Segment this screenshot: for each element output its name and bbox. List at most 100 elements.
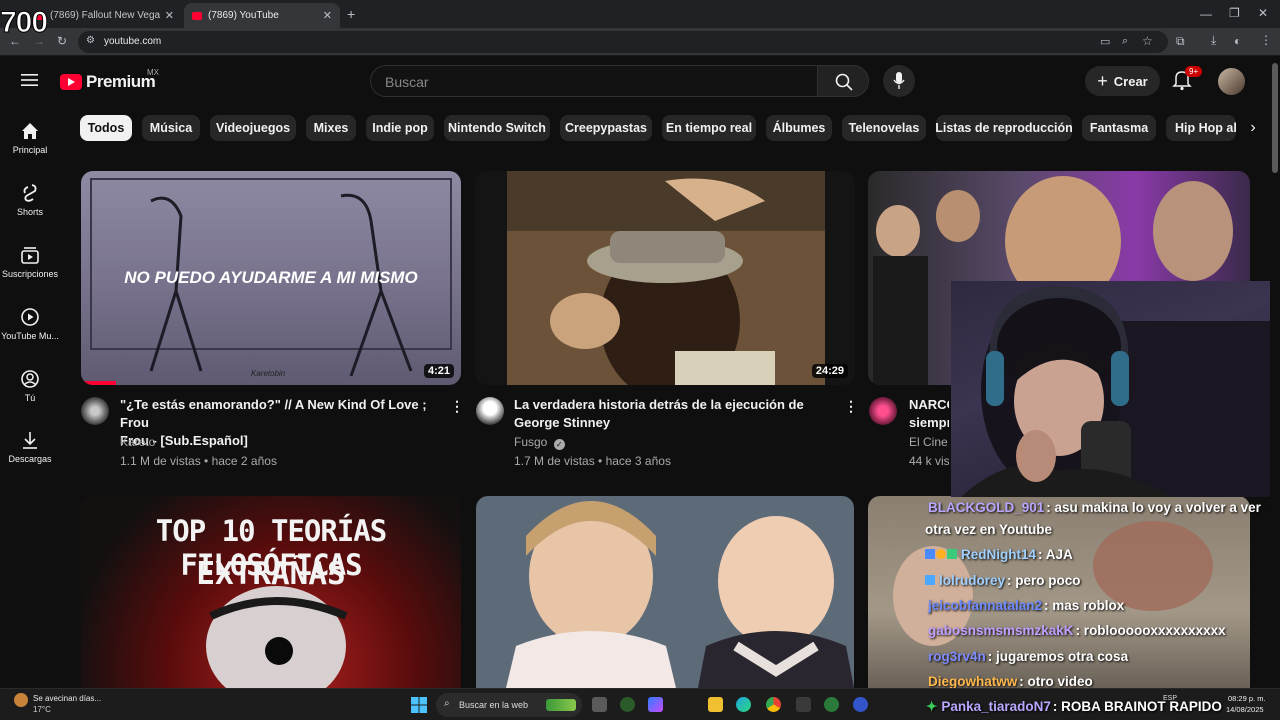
sidebar-item-label: YouTube Mu... bbox=[1, 331, 59, 341]
close-window-icon[interactable]: ✕ bbox=[1258, 6, 1268, 20]
bookmark-star-icon[interactable]: ☆ bbox=[1142, 34, 1153, 48]
weather-icon bbox=[14, 693, 28, 707]
address-bar[interactable]: ⚙ youtube.com ▭ ⌕ ☆ bbox=[78, 31, 1168, 53]
video-menu-icon[interactable]: ⋮ bbox=[450, 398, 464, 415]
app-icon[interactable] bbox=[853, 697, 868, 712]
chat-username: RedNight14 bbox=[961, 547, 1037, 562]
file-explorer-icon[interactable] bbox=[708, 697, 723, 712]
weather-text[interactable]: Se avecinan días... bbox=[33, 694, 101, 703]
browser-tab-strip: (7869) Fallout New Vegas Radi ✕ (7869) Y… bbox=[0, 0, 1280, 28]
video-duration: 24:29 bbox=[811, 364, 848, 378]
windows-start-icon[interactable] bbox=[411, 697, 427, 713]
chip[interactable]: Mixes bbox=[306, 115, 356, 141]
search-placeholder: Buscar bbox=[385, 74, 429, 90]
video-thumbnail[interactable]: 24:29 bbox=[475, 171, 855, 385]
notifications-button[interactable]: 9+ bbox=[1172, 66, 1203, 96]
clock-date[interactable]: 14/08/2025 bbox=[1226, 705, 1264, 714]
scrollbar-thumb[interactable] bbox=[1272, 63, 1278, 173]
close-tab-icon[interactable]: ✕ bbox=[165, 9, 174, 22]
chip[interactable]: Nintendo Switch bbox=[444, 115, 550, 141]
close-tab-icon[interactable]: ✕ bbox=[323, 9, 332, 22]
sidebar-item-subscriptions[interactable]: Suscripciones bbox=[0, 245, 60, 279]
video-channel[interactable]: El Cine c bbox=[909, 433, 949, 452]
subscriptions-icon bbox=[21, 247, 39, 264]
channel-avatar[interactable] bbox=[869, 397, 897, 425]
create-label: Crear bbox=[1113, 73, 1148, 89]
chat-text: : ROBA BRAINOT RAPIDO bbox=[1052, 699, 1222, 714]
sidebar-item-downloads[interactable]: Descargas bbox=[0, 430, 60, 464]
voice-search-button[interactable] bbox=[883, 65, 915, 97]
reload-icon[interactable]: ↻ bbox=[57, 34, 67, 48]
youtube-music-icon bbox=[21, 308, 39, 326]
thumbnail-caption: EXTRAÑAS bbox=[196, 556, 346, 592]
channel-avatar[interactable] bbox=[476, 397, 504, 425]
notification-count-badge: 9+ bbox=[1185, 66, 1203, 77]
chat-message: rog3rv4n: jugaremos otra cosa bbox=[928, 649, 1128, 664]
extensions-icon[interactable]: ⧉ bbox=[1176, 34, 1185, 49]
video-thumbnail[interactable]: NO PUEDO AYUDARME A MI MISMO Karetobin 4… bbox=[81, 171, 461, 385]
chat-message: lolrudorey: pero poco bbox=[925, 573, 1081, 588]
app-icon[interactable] bbox=[620, 697, 635, 712]
chrome-icon[interactable] bbox=[766, 697, 781, 712]
app-icon[interactable] bbox=[824, 697, 839, 712]
video-title[interactable]: NARCO siempr bbox=[909, 396, 949, 432]
browser-tab[interactable]: (7869) Fallout New Vegas Radi ✕ bbox=[26, 3, 182, 28]
chip[interactable]: Música bbox=[142, 115, 200, 141]
download-icon[interactable]: ⤓ bbox=[1211, 33, 1216, 48]
browser-toolbar: ← → ↻ ⚙ youtube.com ▭ ⌕ ☆ ⧉ ⤓ ◐ ⋮ bbox=[0, 28, 1280, 56]
video-channel[interactable]: Fusgo ✓ bbox=[514, 433, 565, 452]
channel-avatar[interactable] bbox=[81, 397, 109, 425]
cast-icon[interactable]: ▭ bbox=[1100, 35, 1110, 48]
create-button[interactable]: + Crear bbox=[1085, 66, 1160, 96]
video-thumbnail[interactable]: TOP 10 TEORÍAS FILOSÓFICAS EXTRAÑAS bbox=[81, 496, 461, 688]
edge-icon[interactable] bbox=[736, 697, 751, 712]
app-icon[interactable] bbox=[796, 697, 811, 712]
you-icon bbox=[21, 370, 39, 388]
chip[interactable]: Creepypastas bbox=[560, 115, 652, 141]
video-channel[interactable]: Kareto bbox=[120, 433, 155, 452]
shorts-icon bbox=[23, 184, 37, 202]
chip[interactable]: Telenovelas bbox=[842, 115, 926, 141]
chip[interactable]: Indie pop bbox=[366, 115, 434, 141]
zoom-icon[interactable]: ⌕ bbox=[1122, 35, 1128, 48]
chip[interactable]: Álbumes bbox=[766, 115, 832, 141]
maximize-icon[interactable]: ❐ bbox=[1229, 6, 1240, 20]
new-tab-button[interactable]: + bbox=[347, 6, 355, 22]
chip[interactable]: Listas de reproducción bbox=[935, 115, 1073, 141]
minimize-icon[interactable]: — bbox=[1200, 7, 1212, 21]
chevron-right-icon[interactable]: › bbox=[1236, 115, 1270, 141]
taskbar-search-box[interactable]: ⌕ Buscar en la web bbox=[436, 693, 582, 717]
sidebar-item-you[interactable]: Tú bbox=[0, 369, 60, 403]
menu-kebab-icon[interactable]: ⋮ bbox=[1260, 33, 1272, 47]
thumbnail-photo bbox=[507, 171, 825, 385]
chip[interactable]: En tiempo real bbox=[662, 115, 756, 141]
video-title[interactable]: La verdadera historia detrás de la ejecu… bbox=[514, 396, 834, 432]
site-info-icon[interactable]: ⚙ bbox=[86, 35, 95, 46]
chip-todos[interactable]: Todos bbox=[80, 115, 132, 141]
sidebar-item-youtube-music[interactable]: YouTube Mu... bbox=[0, 307, 60, 341]
copilot-icon[interactable] bbox=[648, 697, 663, 712]
browser-tab-active[interactable]: (7869) YouTube ✕ bbox=[184, 3, 340, 28]
chip[interactable]: Fantasma bbox=[1082, 115, 1156, 141]
video-title-line: siempr bbox=[909, 415, 949, 430]
chip[interactable]: Videojuegos bbox=[210, 115, 296, 141]
video-menu-icon[interactable]: ⋮ bbox=[844, 398, 858, 415]
chip[interactable]: Hip Hop alt bbox=[1166, 115, 1236, 141]
video-title[interactable]: "¿Te estás enamorando?" // A New Kind Of… bbox=[120, 396, 440, 450]
search-input[interactable]: Buscar bbox=[370, 65, 818, 97]
task-view-icon[interactable] bbox=[592, 697, 607, 712]
hamburger-menu-icon[interactable] bbox=[21, 73, 38, 87]
sidebar-item-principal[interactable]: Principal bbox=[0, 121, 60, 155]
video-thumbnail[interactable] bbox=[476, 496, 854, 688]
profile-icon[interactable]: ◐ bbox=[1234, 34, 1241, 48]
account-avatar[interactable] bbox=[1218, 68, 1245, 95]
sidebar-item-shorts[interactable]: Shorts bbox=[0, 183, 60, 217]
clock-time[interactable]: 08:29 p. m. bbox=[1228, 694, 1266, 703]
chat-message: jeicobfannatalan2: mas roblox bbox=[928, 598, 1124, 613]
youtube-premium-logo[interactable]: Premium MX bbox=[60, 68, 159, 92]
youtube-favicon-icon bbox=[192, 11, 202, 20]
thumbnail-photo bbox=[506, 501, 854, 688]
search-button[interactable] bbox=[817, 65, 869, 97]
page-scrollbar[interactable] bbox=[1270, 57, 1280, 688]
chat-text: : robloooooxxxxxxxxxx bbox=[1075, 623, 1226, 638]
